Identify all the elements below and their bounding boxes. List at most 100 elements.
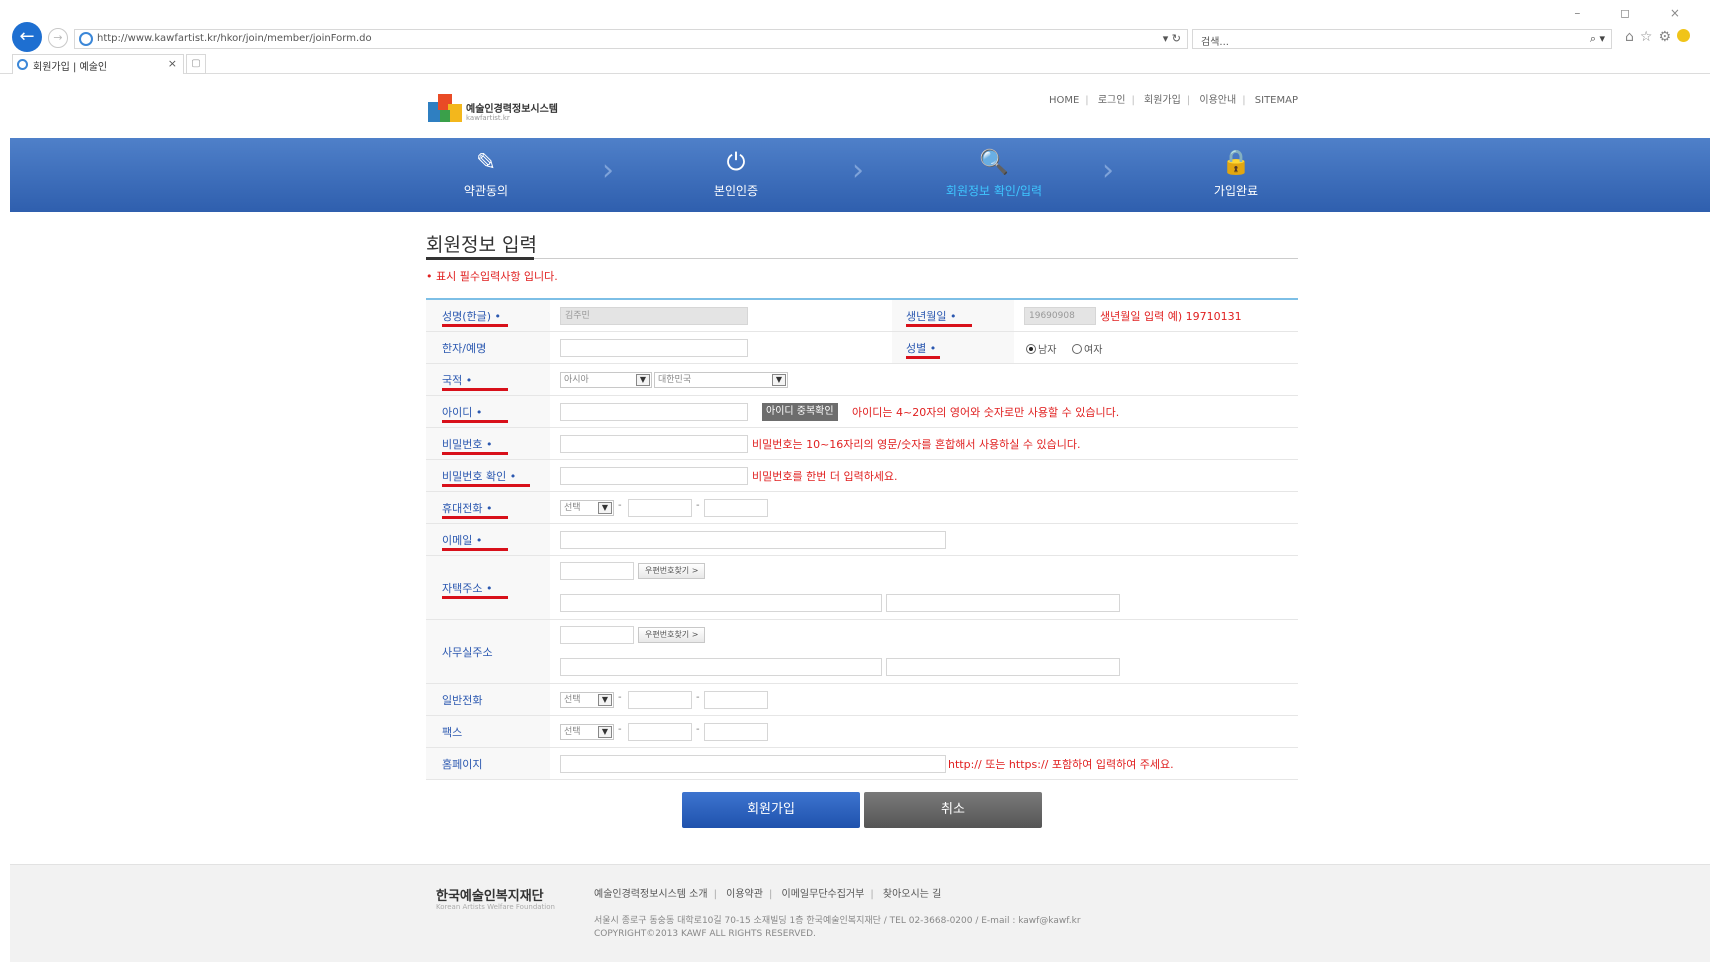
password-input[interactable] bbox=[560, 435, 748, 453]
id-check-button[interactable]: 아이디 중복확인 bbox=[762, 403, 838, 421]
logo-mark-icon bbox=[428, 94, 462, 122]
label-homepage: 홈페이지 bbox=[442, 758, 483, 771]
office-zip-input[interactable] bbox=[560, 626, 634, 644]
url-text[interactable]: http://www.kawfartist.kr/hkor/join/membe… bbox=[97, 33, 372, 44]
refresh-icon[interactable]: ▾ ↻ bbox=[1163, 32, 1181, 45]
topnav-join[interactable]: 회원가입 bbox=[1144, 95, 1181, 106]
home-icon[interactable]: ⌂ bbox=[1625, 29, 1640, 45]
fax-prefix-select[interactable]: 선택 ▼ bbox=[560, 724, 614, 740]
topnav-sitemap[interactable]: SITEMAP bbox=[1255, 95, 1298, 106]
search-placeholder: 검색... bbox=[1201, 37, 1229, 48]
label-gender: 성별 • bbox=[906, 342, 937, 355]
email-input[interactable] bbox=[560, 531, 946, 549]
fax-middle-input[interactable] bbox=[628, 723, 692, 741]
required-note: • 표시 필수입력사항 입니다. bbox=[426, 270, 558, 283]
step-label: 가입완료 bbox=[1213, 184, 1259, 198]
region-select[interactable]: 아시아 ▼ bbox=[560, 372, 652, 388]
footer-link-terms[interactable]: 이용약관 bbox=[726, 889, 763, 900]
tab-ie-icon bbox=[17, 59, 28, 70]
address-bar[interactable]: http://www.kawfartist.kr/hkor/join/membe… bbox=[74, 29, 1188, 49]
title-underline bbox=[426, 257, 534, 260]
homepage-input[interactable] bbox=[560, 755, 946, 773]
browser-search-input[interactable]: 검색... ⌕ ▾ bbox=[1192, 29, 1612, 49]
form-row-password-confirm: 비밀번호 확인 • 비밀번호를 한번 더 입력하세요. bbox=[426, 460, 1298, 492]
mobile-last-input[interactable] bbox=[704, 499, 768, 517]
office-zip-search-button[interactable]: 우편번호찾기 > bbox=[638, 627, 706, 643]
form-row-fax: 팩스 선택 ▼ - - bbox=[426, 716, 1298, 748]
document-pen-icon: ✎ bbox=[475, 148, 497, 176]
join-button[interactable]: 회원가입 bbox=[682, 792, 860, 828]
tab-close-icon[interactable]: × bbox=[168, 57, 177, 70]
browser-tab[interactable]: 회원가입 | 예술인 × bbox=[12, 54, 184, 74]
topnav-login[interactable]: 로그인 bbox=[1098, 95, 1126, 106]
star-icon[interactable]: ☆ bbox=[1640, 29, 1659, 45]
gender-male-radio[interactable]: 남자 bbox=[1026, 341, 1056, 356]
mobile-prefix-select[interactable]: 선택 ▼ bbox=[560, 500, 614, 516]
phone-last-input[interactable] bbox=[704, 691, 768, 709]
label-name-kr: 성명(한글) • bbox=[442, 310, 502, 323]
step-label: 회원정보 확인/입력 bbox=[945, 184, 1043, 198]
name-en-input[interactable] bbox=[560, 339, 748, 357]
form-row-name: 성명(한글) • 김주민 생년월일 • 19690908 생년월일 입력 예) … bbox=[426, 300, 1298, 332]
label-birth: 생년월일 • bbox=[906, 310, 957, 323]
search-icon[interactable]: ⌕ ▾ bbox=[1590, 32, 1605, 46]
form-row-id: 아이디 • 아이디 중복확인 아이디는 4~20자의 영어와 숫자로만 사용할 … bbox=[426, 396, 1298, 428]
form-row-mobile: 휴대전화 • 선택 ▼ - - bbox=[426, 492, 1298, 524]
power-icon: ⏻ bbox=[726, 148, 746, 176]
label-fax: 팩스 bbox=[442, 726, 463, 739]
window-controls[interactable]: – ◻ × bbox=[1574, 6, 1698, 20]
person-search-icon: 🔍 bbox=[979, 148, 1009, 176]
smiley-icon[interactable] bbox=[1677, 29, 1691, 42]
label-office-address: 사무실주소 bbox=[442, 646, 493, 659]
new-tab-icon[interactable]: ▢ bbox=[186, 54, 206, 74]
chevron-down-icon: ▼ bbox=[772, 374, 786, 386]
back-arrow-icon[interactable]: ← bbox=[12, 22, 42, 52]
forward-arrow-icon[interactable]: → bbox=[48, 28, 68, 48]
user-id-hint: 아이디는 4~20자의 영어와 숫자로만 사용할 수 있습니다. bbox=[852, 406, 1120, 419]
cancel-button[interactable]: 취소 bbox=[864, 792, 1042, 828]
step-label: 약관동의 bbox=[463, 184, 509, 198]
page-title: 회원정보 입력 bbox=[426, 234, 537, 256]
user-id-input[interactable] bbox=[560, 403, 748, 421]
home-zip-search-button[interactable]: 우편번호찾기 > bbox=[638, 563, 706, 579]
phone-middle-input[interactable] bbox=[628, 691, 692, 709]
lock-icon: 🔒 bbox=[1221, 148, 1251, 176]
gender-female-radio[interactable]: 여자 bbox=[1072, 341, 1102, 356]
label-email: 이메일 • bbox=[442, 534, 483, 547]
mobile-middle-input[interactable] bbox=[628, 499, 692, 517]
step-label: 본인인증 bbox=[713, 184, 759, 198]
browser-chrome: ← → http://www.kawfartist.kr/hkor/join/m… bbox=[0, 0, 1710, 74]
home-zip-input[interactable] bbox=[560, 562, 634, 580]
footer-link-email-policy[interactable]: 이메일무단수집거부 bbox=[782, 889, 865, 900]
footer-link-about[interactable]: 예술인경력정보시스템 소개 bbox=[594, 889, 708, 900]
fax-last-input[interactable] bbox=[704, 723, 768, 741]
home-address-detail-input[interactable] bbox=[886, 594, 1120, 612]
form-row-phone: 일반전화 선택 ▼ - - bbox=[426, 684, 1298, 716]
topnav-home[interactable]: HOME bbox=[1049, 95, 1079, 106]
office-address-input[interactable] bbox=[560, 658, 882, 676]
topnav-guide[interactable]: 이용안내 bbox=[1199, 95, 1236, 106]
label-mobile: 휴대전화 • bbox=[442, 502, 493, 515]
footer-logo: 한국예술인복지재단 bbox=[436, 889, 544, 904]
password-confirm-input[interactable] bbox=[560, 467, 748, 485]
logo-sub: kawfartist.kr bbox=[466, 114, 510, 122]
footer: 한국예술인복지재단 Korean Artists Welfare Foundat… bbox=[10, 864, 1710, 962]
form-row-hanja: 한자/예명 성별 • 남자 여자 bbox=[426, 332, 1298, 364]
chevron-right-icon: › bbox=[852, 153, 864, 188]
tab-title: 회원가입 | 예술인 bbox=[33, 62, 108, 73]
form-row-password: 비밀번호 • 비밀번호는 10~16자리의 영문/숫자를 혼합해서 사용하실 수… bbox=[426, 428, 1298, 460]
home-address-input[interactable] bbox=[560, 594, 882, 612]
logo-name: 예술인경력정보시스템 bbox=[466, 104, 558, 115]
country-select[interactable]: 대한민국 ▼ bbox=[654, 372, 788, 388]
phone-prefix-select[interactable]: 선택 ▼ bbox=[560, 692, 614, 708]
footer-address: 서울시 종로구 동숭동 대학로10길 70-15 소재빌딩 1층 한국예술인복지… bbox=[594, 916, 1081, 926]
footer-logo-sub: Korean Artists Welfare Foundation bbox=[436, 903, 555, 911]
label-nationality: 국적 • bbox=[442, 374, 473, 387]
gear-icon[interactable]: ⚙ bbox=[1658, 29, 1677, 45]
member-form: 성명(한글) • 김주민 생년월일 • 19690908 생년월일 입력 예) … bbox=[426, 298, 1298, 780]
footer-link-directions[interactable]: 찾아오시는 길 bbox=[883, 889, 941, 900]
office-address-detail-input[interactable] bbox=[886, 658, 1120, 676]
form-row-email: 이메일 • bbox=[426, 524, 1298, 556]
label-user-id: 아이디 • bbox=[442, 406, 483, 419]
footer-links: 예술인경력정보시스템 소개 | 이용약관 | 이메일무단수집거부 | 찾아오시는 길 bbox=[594, 889, 942, 900]
